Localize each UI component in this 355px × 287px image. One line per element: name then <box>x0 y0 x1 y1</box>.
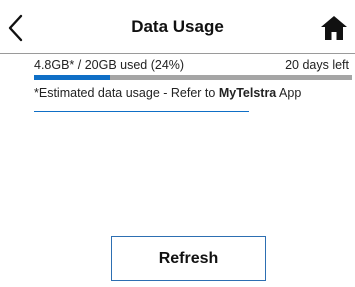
usage-progress-fill <box>34 75 111 80</box>
days-left-text: 20 days left <box>285 58 349 72</box>
divider <box>34 111 249 112</box>
usage-summary: 4.8GB* / 20GB used (24%) 20 days left <box>34 58 349 74</box>
home-button[interactable] <box>319 14 349 42</box>
note-app-name: MyTelstra <box>218 86 277 100</box>
usage-progress-bar <box>34 75 352 80</box>
data-used-text: 4.8GB* / 20GB used (24%) <box>34 58 185 72</box>
note-prefix: *Estimated data usage - Refer to <box>34 86 219 100</box>
home-icon <box>321 16 347 40</box>
note-suffix: App <box>276 86 302 100</box>
estimate-note: *Estimated data usage - Refer to MyTelst… <box>34 86 301 100</box>
refresh-button[interactable]: Refresh <box>111 236 266 281</box>
page-title: Data Usage <box>131 17 224 36</box>
header-bar: Data Usage <box>0 0 355 54</box>
